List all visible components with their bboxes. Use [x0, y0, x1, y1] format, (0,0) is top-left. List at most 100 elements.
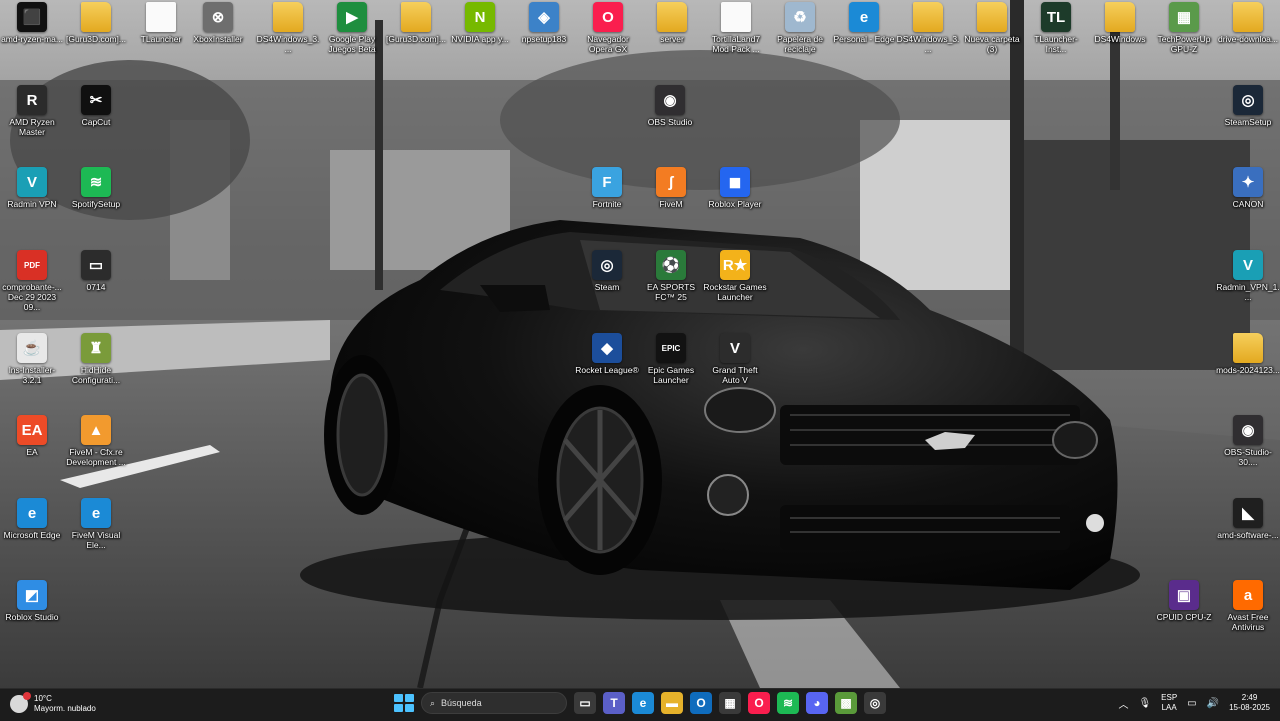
app-icon: R: [17, 85, 47, 115]
desktop-icon-label: amd-ryzen-ma...: [1, 34, 63, 44]
desktop-icon[interactable]: ♻ Papelera de reciclaje: [768, 2, 832, 54]
desktop-icon[interactable]: drive-downloa...: [1216, 2, 1280, 44]
desktop-icon[interactable]: server: [640, 2, 704, 44]
desktop-icon[interactable]: ◉ OBS Studio: [638, 85, 702, 127]
edge-taskbar-icon[interactable]: e: [632, 692, 654, 714]
desktop-icon-label: Roblox Player: [708, 199, 762, 209]
desktop-icon[interactable]: ◉ OBS-Studio-30....: [1216, 415, 1280, 467]
volume-icon[interactable]: 🔊: [1207, 698, 1219, 709]
desktop-icon[interactable]: PDF comprobante-... Dec 29 2023 09...: [0, 250, 64, 312]
desktop-icon[interactable]: V Radmin_VPN_1....: [1216, 250, 1280, 302]
desktop-icon[interactable]: DS4Windows_3....: [896, 2, 960, 54]
desktop-icon[interactable]: e Personal - Edge: [832, 2, 896, 44]
folder-icon: [273, 2, 303, 32]
task-view-taskbar-icon[interactable]: ▭: [574, 692, 596, 714]
desktop-icon-label: SpotifySetup: [71, 199, 121, 209]
app-icon: ✂: [81, 85, 111, 115]
desktop-icon[interactable]: ⊗ XboxInstaller: [186, 2, 250, 44]
app-icon: TL: [1041, 2, 1071, 32]
windows-logo-pane: [394, 704, 403, 712]
desktop-icon[interactable]: ▶ Google Play Juegos Beta: [320, 2, 384, 54]
desktop-icon[interactable]: ♜ HidHide Configurati...: [64, 333, 128, 385]
desktop-icon[interactable]: ⚽ EA SPORTS FC™ 25: [639, 250, 703, 302]
desktop-icon[interactable]: ◣ amd-software-...: [1216, 498, 1280, 540]
desktop-icon[interactable]: e FiveM Visual Ele...: [64, 498, 128, 550]
taskbar-search[interactable]: ⌕ Búsqueda: [421, 692, 567, 714]
desktop-icon[interactable]: R★ Rockstar Games Launcher: [703, 250, 767, 302]
desktop-icon[interactable]: EA EA: [0, 415, 64, 457]
microphone-icon[interactable]: 🎙: [1138, 698, 1151, 709]
windows-logo-pane: [394, 694, 403, 702]
desktop-icon[interactable]: R AMD Ryzen Master: [0, 85, 64, 137]
document-icon: [146, 2, 176, 32]
app-icon: ▲: [81, 415, 111, 445]
app-icon: ✦: [1233, 167, 1263, 197]
language-code: ESP: [1161, 693, 1178, 702]
app-icon: ▶: [337, 2, 367, 32]
desktop-icon[interactable]: ◈ npsetup183: [512, 2, 576, 44]
steam-overlay-taskbar-icon[interactable]: ◎: [864, 692, 886, 714]
chevron-up-icon[interactable]: ︿: [1118, 696, 1128, 711]
desktop-icon[interactable]: TLauncher: [129, 2, 193, 44]
desktop-icon[interactable]: ◆ Rocket League®: [575, 333, 639, 375]
desktop-icon-label: AMD Ryzen Master: [9, 117, 55, 137]
desktop-icon[interactable]: [Guru3D.com]...: [64, 2, 128, 44]
desktop-icon-label: CapCut: [81, 117, 111, 127]
desktop-icon[interactable]: DS4Windows_3....: [256, 2, 320, 54]
network-icon[interactable]: ▭: [1187, 698, 1196, 709]
desktop-icon[interactable]: mods-2024123...: [1216, 333, 1280, 375]
microsoft-store-taskbar-icon[interactable]: ▦: [719, 692, 741, 714]
desktop-icon[interactable]: ▦ TechPowerUp GPU-Z: [1152, 2, 1216, 54]
desktop-icon[interactable]: TortillaLand7 Mod Pack ...: [704, 2, 768, 54]
desktop-icon[interactable]: ◎ Steam: [575, 250, 639, 292]
desktop-icon[interactable]: O Navegador Opera GX: [576, 2, 640, 54]
desktop-icon-label: OBS Studio: [647, 117, 693, 127]
desktop-icon[interactable]: ▲ FiveM - Cfx.re Development ...: [64, 415, 128, 467]
weather-widget[interactable]: 10°C Mayorm. nublado: [10, 692, 96, 714]
start-button[interactable]: [392, 692, 414, 714]
language-indicator[interactable]: ESP LAA: [1161, 693, 1177, 713]
desktop-icon-label: server: [660, 34, 684, 44]
desktop-icon[interactable]: ʃ FiveM: [639, 167, 703, 209]
desktop-icon[interactable]: a Avast Free Antivirus: [1216, 580, 1280, 632]
desktop-icon[interactable]: e Microsoft Edge: [0, 498, 64, 540]
desktop-icon[interactable]: Nueva carpeta (3): [960, 2, 1024, 54]
discord-taskbar-icon[interactable]: ◕: [806, 692, 828, 714]
desktop-icon[interactable]: N NVIDIA app y...: [448, 2, 512, 44]
desktop-icon[interactable]: ≋ SpotifySetup: [64, 167, 128, 209]
file-explorer-taskbar-icon[interactable]: ▬: [661, 692, 683, 714]
opera-gx-taskbar-icon[interactable]: O: [748, 692, 770, 714]
desktop-icon[interactable]: EPIC Epic Games Launcher: [639, 333, 703, 385]
desktop-icon[interactable]: [Guru3D.com]...: [384, 2, 448, 44]
desktop-icon[interactable]: DS4Windows: [1088, 2, 1152, 44]
desktop-icon[interactable]: ⬛ amd-ryzen-ma...: [0, 2, 64, 44]
desktop-icon[interactable]: ▭ 0714: [64, 250, 128, 292]
desktop-icon[interactable]: TL TLauncher-Inst...: [1024, 2, 1088, 54]
desktop-icon[interactable]: ✂ CapCut: [64, 85, 128, 127]
desktop-icon-label: [Guru3D.com]...: [386, 34, 446, 44]
desktop-icon[interactable]: ◼ Roblox Player: [703, 167, 767, 209]
minecraft-taskbar-icon[interactable]: ▩: [835, 692, 857, 714]
app-icon: EPIC: [656, 333, 686, 363]
desktop-icon[interactable]: V Grand Theft Auto V: [703, 333, 767, 385]
app-icon: V: [1233, 250, 1263, 280]
teams-taskbar-icon[interactable]: T: [603, 692, 625, 714]
desktop-icon-label: 0714: [86, 282, 106, 292]
desktop-icon[interactable]: ✦ CANON: [1216, 167, 1280, 209]
outlook-taskbar-icon[interactable]: O: [690, 692, 712, 714]
desktop-icon[interactable]: ☕ lns-Installer-3.2.1: [0, 333, 64, 385]
desktop-icon-label: DS4Windows_3....: [896, 34, 960, 54]
folder-icon: [1233, 2, 1263, 32]
clock[interactable]: 2:49 15-08-2025: [1229, 693, 1270, 713]
desktop-icon[interactable]: ◩ Roblox Studio: [0, 580, 64, 622]
app-icon: ◎: [592, 250, 622, 280]
desktop-icon[interactable]: ◎ SteamSetup: [1216, 85, 1280, 127]
desktop-icon-label: npsetup183: [521, 34, 567, 44]
desktop-icon[interactable]: F Fortnite: [575, 167, 639, 209]
desktop-icon-label: TLauncher: [140, 34, 182, 44]
desktop-icon[interactable]: V Radmin VPN: [0, 167, 64, 209]
app-icon: ʃ: [656, 167, 686, 197]
desktop-icon[interactable]: ▣ CPUID CPU-Z: [1152, 580, 1216, 622]
spotify-taskbar-icon[interactable]: ≋: [777, 692, 799, 714]
app-icon: ⬛: [17, 2, 47, 32]
